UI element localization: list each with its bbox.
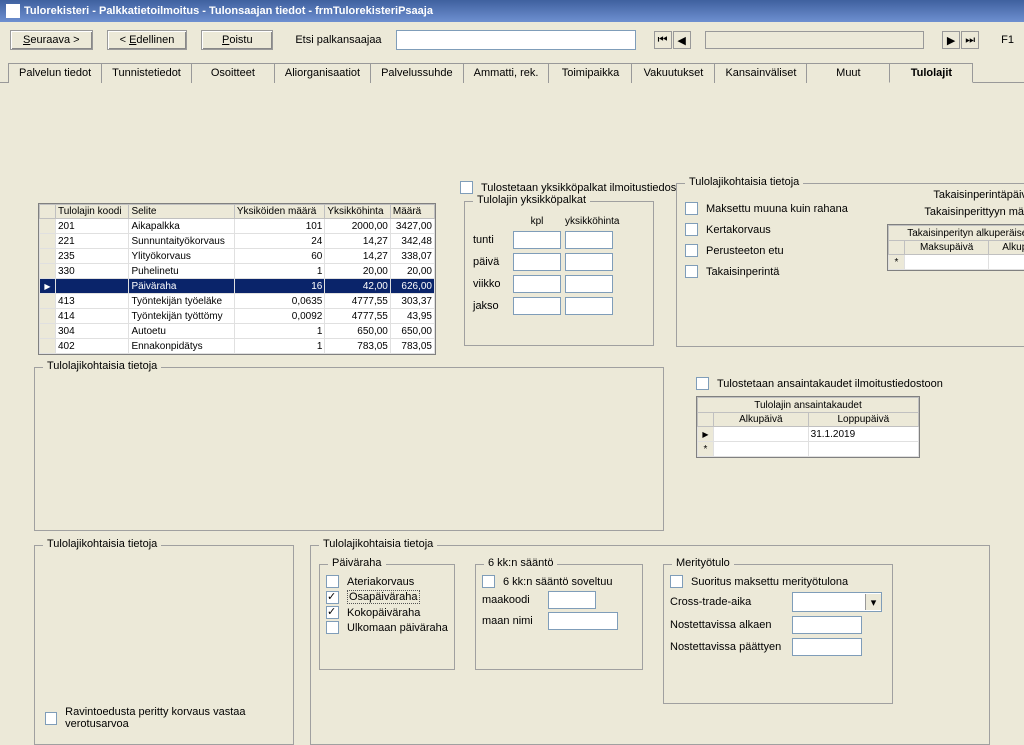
search-input[interactable] — [396, 30, 636, 50]
tab-palvelussuhde[interactable]: Palvelussuhde — [370, 63, 464, 83]
tab-tulolajit[interactable]: Tulolajit — [889, 63, 973, 83]
tab-kansainvaliset[interactable]: Kansainväliset — [714, 63, 807, 83]
table-row[interactable]: 413Työntekijän työeläke0,06354777,55303,… — [40, 294, 435, 309]
checkbox-icon — [460, 181, 473, 194]
tab-toimipaikka[interactable]: Toimipaikka — [548, 63, 632, 83]
jakso-yh[interactable] — [565, 297, 613, 315]
print-unit-wages-check[interactable]: Tulostetaan yksikköpalkat ilmoitustiedos… — [460, 181, 698, 194]
unit-wages-title: Tulolajin yksikköpalkat — [473, 194, 590, 206]
prev-button[interactable]: < Edellinen — [107, 30, 188, 50]
col-code[interactable]: Tulolajin koodi — [56, 205, 129, 219]
nav-prev-button[interactable]: ◀ — [673, 31, 691, 49]
table-row[interactable]: 402Ennakonpidätys1783,05783,05 — [40, 339, 435, 354]
toolbar: Seuraava > < Edellinen Poistu Etsi palka… — [0, 22, 1024, 62]
tab-vakuutukset[interactable]: Vakuutukset — [631, 63, 715, 83]
ravinto-check[interactable]: Ravintoedusta peritty korvaus vastaa ver… — [45, 706, 293, 730]
chevron-down-icon: ▾ — [865, 594, 881, 610]
six-month-applies-check[interactable]: 6 kk:n sääntö soveltuu — [482, 575, 636, 588]
tab-bar: Palvelun tiedot Tunnistetiedot Osoitteet… — [0, 62, 1024, 83]
window-title: Tulorekisteri - Palkkatietoilmoitus - Tu… — [24, 5, 433, 17]
country-code-field[interactable] — [548, 591, 596, 609]
viikko-yh[interactable] — [565, 275, 613, 293]
tunti-kpl[interactable] — [513, 231, 561, 249]
print-earning-periods-check[interactable]: Tulostetaan ansaintakaudet ilmoitustiedo… — [696, 377, 1024, 390]
viikko-kpl[interactable] — [513, 275, 561, 293]
country-name-field[interactable] — [548, 612, 618, 630]
nav-first-button[interactable]: ⏮ — [654, 31, 672, 49]
col-selite[interactable]: Selite — [129, 205, 234, 219]
col-units[interactable]: Yksiköiden määrä — [234, 205, 325, 219]
ateriakorvaus-check[interactable]: Ateriakorvaus — [326, 575, 448, 588]
table-row[interactable]: 235Ylityökorvaus6014,27338,07 — [40, 249, 435, 264]
f1-label: F1 — [1001, 34, 1014, 46]
income-type-details-br: Tulolajikohtaisia tietoja Päiväraha Ater… — [310, 545, 990, 745]
close-button[interactable]: Poistu — [201, 30, 273, 50]
osapaivaraha-check[interactable]: Osapäiväraha — [326, 590, 448, 604]
table-row[interactable]: 201Aikapalkka1012000,003427,00 — [40, 219, 435, 234]
unit-wages-group: Tulolajin yksikköpalkat kpl yksikköhinta… — [464, 201, 654, 346]
window-titlebar: Tulorekisteri - Palkkatietoilmoitus - Tu… — [0, 0, 1024, 22]
content-area: Tulostetaan yksikköpalkat ilmoitustiedos… — [0, 83, 1024, 99]
paiva-kpl[interactable] — [513, 253, 561, 271]
earning-periods-grid[interactable]: Tulolajin ansaintakaudet AlkupäiväLoppup… — [696, 396, 920, 458]
col-price[interactable]: Yksikköhinta — [325, 205, 391, 219]
nav-last-button[interactable]: ⏭ — [961, 31, 979, 49]
income-type-details-mid: Tulolajikohtaisia tietoja — [34, 367, 664, 531]
table-row[interactable]: 330Puhelinetu120,0020,00 — [40, 264, 435, 279]
ulkomaan-paivaraha-check[interactable]: Ulkomaan päiväraha — [326, 621, 448, 634]
cross-trade-combo[interactable]: ▾ — [792, 592, 882, 612]
tab-osoitteet[interactable]: Osoitteet — [191, 63, 275, 83]
withdrawable-from-field[interactable] — [792, 616, 862, 634]
jakso-kpl[interactable] — [513, 297, 561, 315]
table-row[interactable]: Päiväraha1642,00626,00 — [40, 279, 435, 294]
app-icon — [6, 4, 20, 18]
income-type-details-top: Tulolajikohtaisia tietoja Maksettu muuna… — [676, 183, 1024, 347]
withdrawable-until-field[interactable] — [792, 638, 862, 656]
income-type-details-bl: Tulolajikohtaisia tietoja Ravintoedusta … — [34, 545, 294, 745]
recovery-periods-grid[interactable]: Takaisinperityn alkuperäiset palkanmaksu… — [887, 224, 1024, 271]
income-types-grid[interactable]: Tulolajin koodi Selite Yksiköiden määrä … — [38, 203, 436, 355]
tab-ammatti[interactable]: Ammatti, rek. — [463, 63, 550, 83]
tab-tunnistetiedot[interactable]: Tunnistetiedot — [101, 63, 192, 83]
tab-muut[interactable]: Muut — [806, 63, 890, 83]
earning-periods-area: Tulostetaan ansaintakaudet ilmoitustiedo… — [696, 377, 1024, 458]
record-scrollbar[interactable] — [705, 31, 925, 49]
search-label: Etsi palkansaajaa — [295, 34, 381, 46]
sea-income-paid-check[interactable]: Suoritus maksettu merityötulona — [670, 575, 886, 588]
tab-palvelun-tiedot[interactable]: Palvelun tiedot — [8, 63, 102, 83]
table-row[interactable]: 304Autoetu1650,00650,00 — [40, 324, 435, 339]
table-row[interactable]: 221Sunnuntaityökorvaus2414,27342,48 — [40, 234, 435, 249]
tab-aliorganisaatiot[interactable]: Aliorganisaatiot — [274, 63, 371, 83]
col-amount[interactable]: Määrä — [390, 205, 434, 219]
table-row[interactable]: 414Työntekijän työttömy0,00924777,5543,9… — [40, 309, 435, 324]
nav-next-button[interactable]: ▶ — [942, 31, 960, 49]
six-month-rule-group: 6 kk:n sääntö 6 kk:n sääntö soveltuu maa… — [475, 564, 643, 670]
paivaraha-group: Päiväraha Ateriakorvaus Osapäiväraha Kok… — [319, 564, 455, 670]
tunti-yh[interactable] — [565, 231, 613, 249]
paiva-yh[interactable] — [565, 253, 613, 271]
kokopaivaraha-check[interactable]: Kokopäiväraha — [326, 606, 448, 619]
next-button[interactable]: Seuraava > — [10, 30, 93, 50]
sea-income-group: Merityötulo Suoritus maksettu merityötul… — [663, 564, 893, 704]
